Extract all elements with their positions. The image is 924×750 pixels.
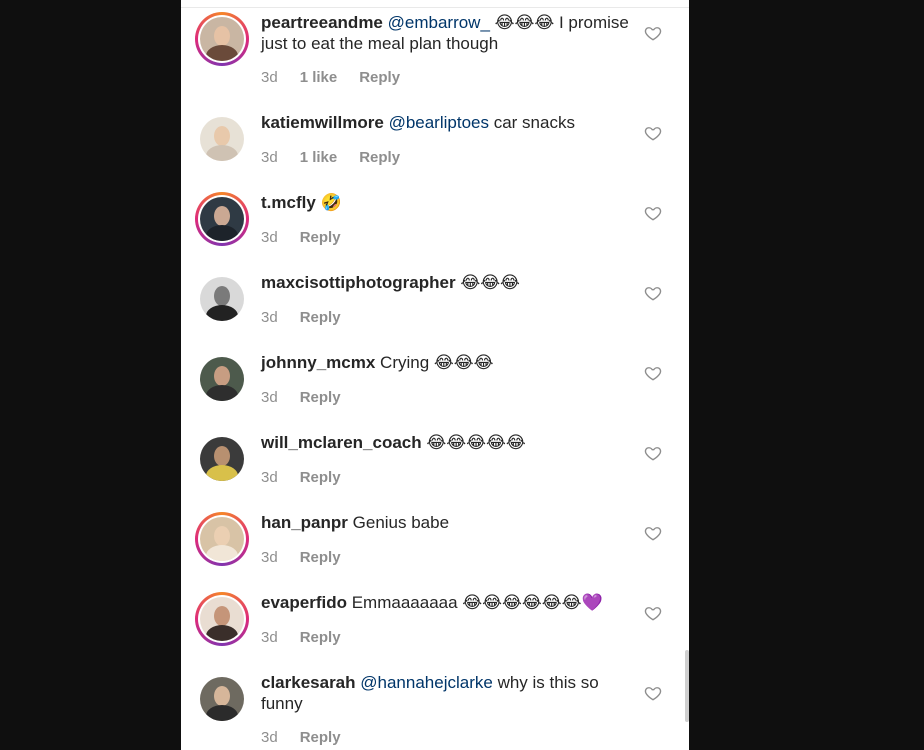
comment-row: evaperfido Emmaaaaaaa 😂😂😂😂😂😂💜 3d Reply — [181, 590, 689, 670]
avatar[interactable] — [195, 432, 249, 486]
heart-icon[interactable] — [644, 24, 662, 42]
avatar[interactable] — [195, 112, 249, 166]
timestamp: 3d — [261, 469, 278, 486]
comment-meta: 3d Reply — [261, 229, 363, 246]
comment-username[interactable]: han_panpr — [261, 513, 348, 532]
reply-button[interactable]: Reply — [300, 389, 341, 406]
comment-username[interactable]: t.mcfly — [261, 193, 316, 212]
mention-link[interactable]: @hannahejclarke — [360, 673, 493, 692]
comments-panel: peartreeandme @embarrow_ 😂😂😂 I promise j… — [181, 0, 689, 750]
comment-meta: 3d 1 like Reply — [261, 69, 422, 86]
heart-icon[interactable] — [644, 524, 662, 542]
heart-icon[interactable] — [644, 444, 662, 462]
avatar[interactable] — [195, 512, 249, 566]
comment-body: 🤣 — [320, 193, 342, 212]
comment-meta: 3d Reply — [261, 729, 363, 746]
comment-text: maxcisottiphotographer 😂😂😂 — [261, 272, 631, 293]
reply-button[interactable]: Reply — [300, 309, 341, 326]
reply-button[interactable]: Reply — [359, 149, 400, 166]
reply-button[interactable]: Reply — [300, 549, 341, 566]
timestamp: 3d — [261, 309, 278, 326]
avatar[interactable] — [195, 592, 249, 646]
comment-body: 😂😂😂 — [460, 273, 520, 292]
comment-body: Emmaaaaaaa 😂😂😂😂😂😂💜 — [351, 593, 603, 612]
mention-link[interactable]: @embarrow_ — [388, 13, 490, 32]
comment-body: Genius babe — [352, 513, 450, 532]
comment-meta: 3d Reply — [261, 549, 363, 566]
mention-link[interactable]: @bearliptoes — [389, 113, 489, 132]
scrollbar[interactable] — [685, 650, 689, 722]
comment-text: johnny_mcmx Crying 😂😂😂 — [261, 352, 631, 373]
comment-username[interactable]: peartreeandme — [261, 13, 383, 32]
timestamp: 3d — [261, 729, 278, 746]
timestamp: 3d — [261, 389, 278, 406]
heart-icon[interactable] — [644, 604, 662, 622]
comment-row: peartreeandme @embarrow_ 😂😂😂 I promise j… — [181, 10, 689, 90]
comment-row: clarkesarah @hannahejclarke why is this … — [181, 670, 689, 750]
heart-icon[interactable] — [644, 124, 662, 142]
comment-text: han_panpr Genius babe — [261, 512, 631, 533]
comment-row: maxcisottiphotographer 😂😂😂 3d Reply — [181, 270, 689, 350]
comment-username[interactable]: clarkesarah — [261, 673, 356, 692]
avatar[interactable] — [195, 12, 249, 66]
comment-username[interactable]: katiemwillmore — [261, 113, 384, 132]
comment-row: t.mcfly 🤣 3d Reply — [181, 190, 689, 270]
likes-count[interactable]: 1 like — [300, 69, 338, 86]
avatar[interactable] — [195, 352, 249, 406]
comment-meta: 3d Reply — [261, 389, 363, 406]
comment-username[interactable]: maxcisottiphotographer — [261, 273, 456, 292]
comment-text: katiemwillmore @bearliptoes car snacks — [261, 112, 631, 133]
reply-button[interactable]: Reply — [359, 69, 400, 86]
reply-button[interactable]: Reply — [300, 469, 341, 486]
reply-button[interactable]: Reply — [300, 629, 341, 646]
comment-meta: 3d Reply — [261, 469, 363, 486]
heart-icon[interactable] — [644, 684, 662, 702]
comment-row: will_mclaren_coach 😂😂😂😂😂 3d Reply — [181, 430, 689, 510]
comment-row: johnny_mcmx Crying 😂😂😂 3d Reply — [181, 350, 689, 430]
avatar[interactable] — [195, 192, 249, 246]
timestamp: 3d — [261, 69, 278, 86]
comment-meta: 3d Reply — [261, 309, 363, 326]
comment-text: evaperfido Emmaaaaaaa 😂😂😂😂😂😂💜 — [261, 592, 631, 613]
reply-button[interactable]: Reply — [300, 229, 341, 246]
divider — [181, 7, 689, 8]
timestamp: 3d — [261, 549, 278, 566]
reply-button[interactable]: Reply — [300, 729, 341, 746]
timestamp: 3d — [261, 229, 278, 246]
comment-username[interactable]: will_mclaren_coach — [261, 433, 422, 452]
comment-text: t.mcfly 🤣 — [261, 192, 631, 213]
comment-body: 😂😂😂😂😂 — [426, 433, 526, 452]
comment-username[interactable]: evaperfido — [261, 593, 347, 612]
comment-row: han_panpr Genius babe 3d Reply — [181, 510, 689, 590]
timestamp: 3d — [261, 149, 278, 166]
comment-username[interactable]: johnny_mcmx — [261, 353, 375, 372]
comment-meta: 3d 1 like Reply — [261, 149, 422, 166]
avatar[interactable] — [195, 272, 249, 326]
comment-body: car snacks — [489, 113, 575, 132]
comment-text: will_mclaren_coach 😂😂😂😂😂 — [261, 432, 631, 453]
comment-text: clarkesarah @hannahejclarke why is this … — [261, 672, 631, 714]
heart-icon[interactable] — [644, 284, 662, 302]
timestamp: 3d — [261, 629, 278, 646]
heart-icon[interactable] — [644, 204, 662, 222]
avatar[interactable] — [195, 672, 249, 726]
comment-row: katiemwillmore @bearliptoes car snacks 3d… — [181, 110, 689, 190]
comment-text: peartreeandme @embarrow_ 😂😂😂 I promise j… — [261, 12, 631, 54]
heart-icon[interactable] — [644, 364, 662, 382]
comment-meta: 3d Reply — [261, 629, 363, 646]
likes-count[interactable]: 1 like — [300, 149, 338, 166]
comment-body: Crying 😂😂😂 — [380, 353, 494, 372]
